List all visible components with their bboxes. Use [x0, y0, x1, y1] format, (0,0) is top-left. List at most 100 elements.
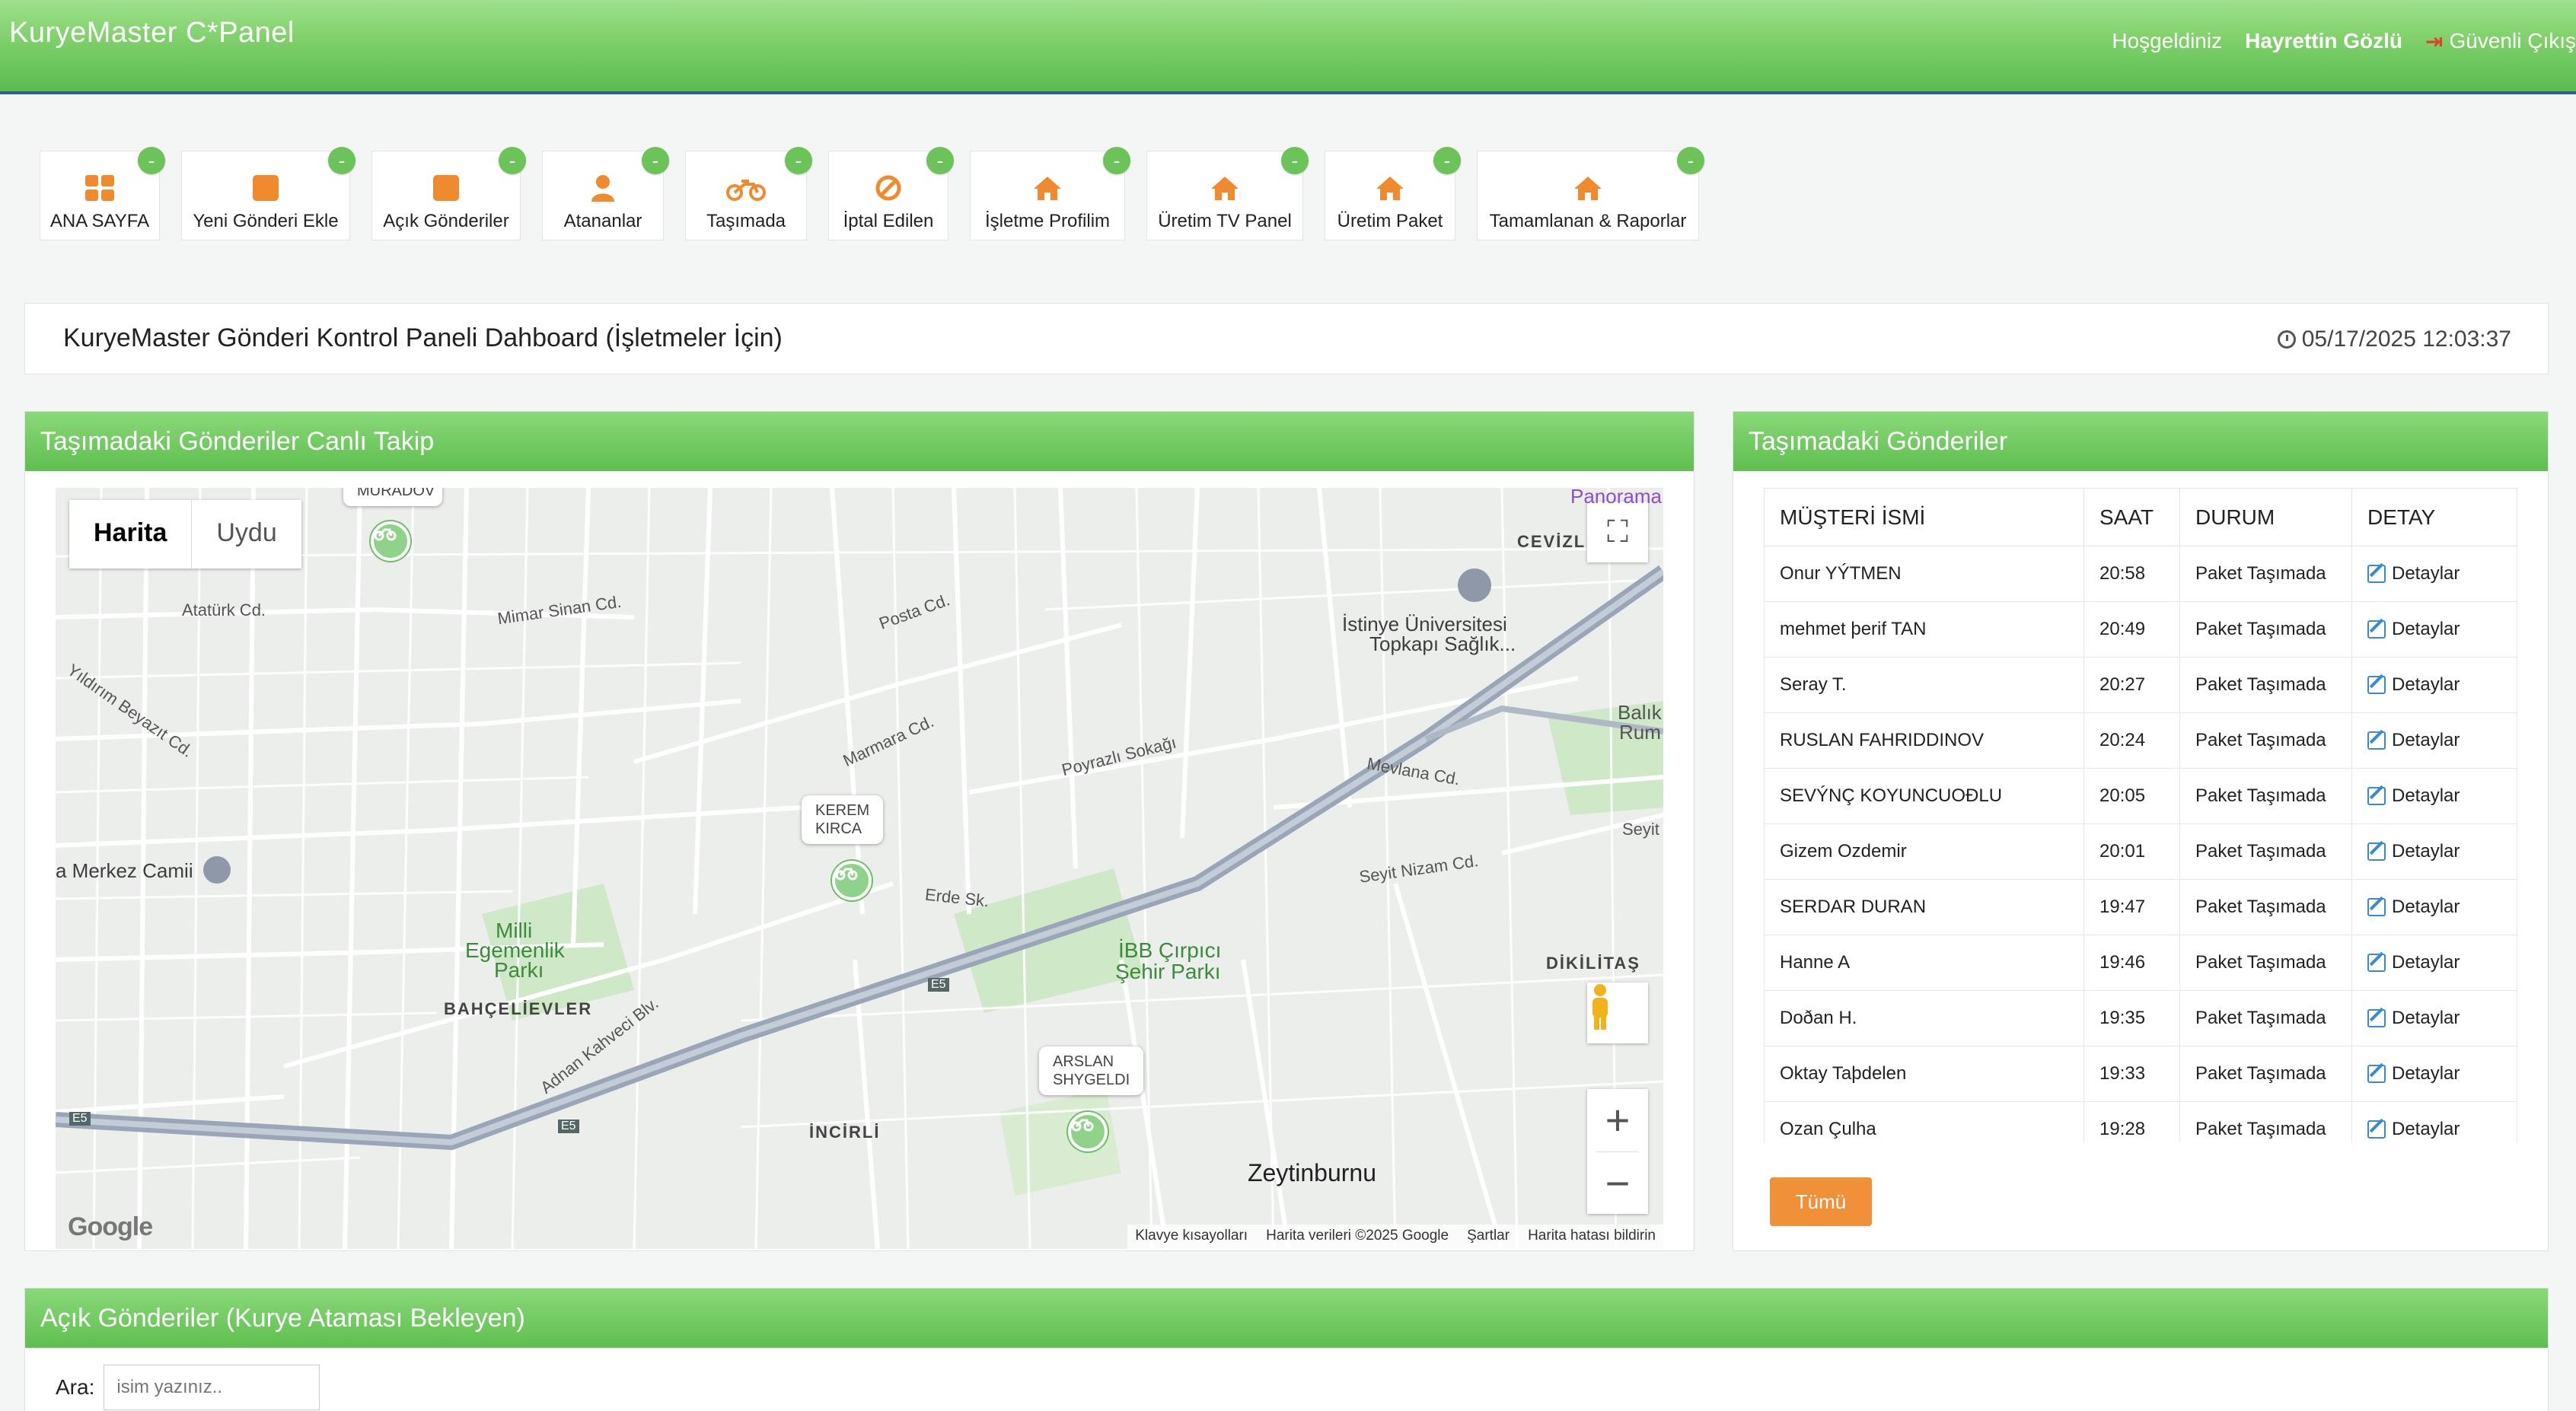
detail-cell: Detaylar — [2351, 823, 2517, 880]
home-icon — [1375, 174, 1405, 202]
detail-link[interactable]: Detaylar — [2367, 841, 2501, 862]
map-label: Topkapı Sağlık... — [1369, 632, 1516, 655]
welcome-text: Hoşgeldiniz — [2112, 29, 2223, 53]
nav-tile-isletme-profilim[interactable]: İşletme Profilim - — [970, 147, 1130, 240]
nav-tile-uretim-tv-panel[interactable]: Üretim TV Panel - — [1146, 147, 1309, 240]
nav-badge: - — [1281, 147, 1309, 174]
delivery-time: 19:46 — [2083, 935, 2180, 991]
map-type-map-button[interactable]: Harita — [69, 500, 191, 569]
detail-label: Detaylar — [2392, 897, 2460, 917]
nav-badge: - — [642, 147, 669, 174]
map-data-text: Harita verileri ©2025 Google — [1266, 1228, 1449, 1244]
report-error-link[interactable]: Harita hatası bildirin — [1528, 1228, 1656, 1246]
nav-tile-tasimada[interactable]: Taşımada - — [685, 147, 812, 240]
page-title-bar: KuryeMaster Gönderi Kontrol Paneli Dahbo… — [24, 303, 2549, 374]
pegman-icon[interactable] — [1587, 983, 1648, 1043]
table-row: SERDAR DURAN 19:47 Paket Taşımada Detaylar — [1764, 879, 2517, 935]
detail-label: Detaylar — [2392, 841, 2460, 862]
user-icon — [590, 174, 616, 202]
delivery-status: Paket Taşımada — [2179, 768, 2352, 824]
user-area: Hoşgeldiniz Hayrettin Gözlü ⇥ Güvenli Çı… — [2112, 26, 2576, 56]
detail-link[interactable]: Detaylar — [2367, 1008, 2501, 1029]
panel-title: Taşımadaki Gönderiler Canlı Takip — [25, 412, 1694, 471]
detail-cell: Detaylar — [2351, 768, 2517, 824]
courier-marker-icon[interactable] — [1068, 1112, 1108, 1151]
edit-icon — [2367, 1065, 2386, 1083]
map-label: Parkı — [494, 958, 544, 982]
nav-tile-tamamlanan-raporlar[interactable]: Tamamlanan & Raporlar - — [1477, 147, 1704, 240]
edit-icon — [2367, 787, 2386, 805]
nav-badge: - — [328, 147, 355, 174]
detail-link[interactable]: Detaylar — [2367, 730, 2501, 751]
detail-link[interactable]: Detaylar — [2367, 1063, 2501, 1085]
detail-label: Detaylar — [2392, 619, 2460, 639]
page-title: KuryeMaster Gönderi Kontrol Paneli Dahbo… — [63, 323, 783, 352]
detail-label: Detaylar — [2392, 563, 2460, 584]
detail-link[interactable]: Detaylar — [2367, 785, 2501, 807]
nav-tile-label: Tamamlanan & Raporlar — [1489, 211, 1687, 231]
detail-link[interactable]: Detaylar — [2367, 952, 2501, 973]
logout-label: Güvenli Çıkış — [2449, 29, 2576, 53]
detail-link[interactable]: Detaylar — [2367, 897, 2501, 918]
search-input[interactable] — [104, 1365, 320, 1410]
detail-cell: Detaylar — [2351, 1101, 2517, 1142]
customer-name: Hanne A — [1764, 935, 2084, 991]
logout-link[interactable]: ⇥ Güvenli Çıkış — [2425, 29, 2576, 54]
customer-name: mehmet þerif TAN — [1764, 601, 2084, 658]
nav-tile-acik-gonderiler[interactable]: Açık Gönderiler - — [371, 147, 526, 240]
nav-tile-uretim-paket[interactable]: Üretim Paket - — [1325, 147, 1461, 240]
customer-name: Oktay Taþdelen — [1764, 1046, 2084, 1102]
table-row: mehmet þerif TAN 20:49 Paket Taşımada Detay… — [1764, 601, 2517, 658]
map-label: a Merkez Camii — [56, 859, 193, 882]
keyboard-shortcuts-link[interactable]: Klavye kısayolları — [1135, 1228, 1248, 1246]
fullscreen-icon[interactable]: ⛶ — [1587, 502, 1648, 562]
courier-name: SHYGELDI — [1053, 1072, 1130, 1088]
delivery-status: Paket Taşımada — [2179, 712, 2352, 769]
zoom-out-button[interactable]: − — [1587, 1152, 1648, 1215]
nav-tile-atananlar[interactable]: Atananlar - — [542, 147, 669, 240]
delivery-status: Paket Taşımada — [2179, 546, 2352, 602]
map-view[interactable]: Harita Uydu ⛶ Atatürk Cd. Mimar Sinan Cd… — [56, 488, 1663, 1249]
top-navbar: KuryeMaster C*Panel Hoşgeldiniz Hayretti… — [0, 0, 2576, 94]
detail-label: Detaylar — [2392, 785, 2460, 806]
show-all-button[interactable]: Tümü — [1770, 1177, 1872, 1226]
customer-name: Gizem Ozdemir — [1764, 823, 2084, 880]
courier-name: KIRCA — [815, 820, 862, 837]
detail-link[interactable]: Detaylar — [2367, 674, 2501, 696]
nav-tile-label: Yeni Gönderi Ekle — [193, 211, 339, 231]
zoom-control: + − — [1587, 1089, 1648, 1214]
detail-link[interactable]: Detaylar — [2367, 563, 2501, 584]
delivery-status: Paket Taşımada — [2179, 601, 2352, 658]
panel-title: Taşımadaki Gönderiler — [1733, 412, 2548, 471]
detail-link[interactable]: Detaylar — [2367, 619, 2501, 640]
terms-link[interactable]: Şartlar — [1467, 1228, 1510, 1246]
nav-tile-yeni-gonderi[interactable]: Yeni Gönderi Ekle - — [181, 147, 355, 240]
nav-tile-iptal-edilen[interactable]: İptal Edilen - — [828, 147, 954, 240]
detail-cell: Detaylar — [2351, 601, 2517, 658]
detail-link[interactable]: Detaylar — [2367, 1119, 2501, 1140]
highway-shield: E5 — [928, 978, 949, 992]
edit-icon — [2367, 620, 2386, 639]
map-label: İNCİRLİ — [809, 1123, 881, 1142]
table-row: Ozan Çulha 19:28 Paket Taşımada Detaylar — [1764, 1101, 2517, 1142]
customer-name: SERDAR DURAN — [1764, 879, 2084, 935]
courier-marker-icon[interactable] — [832, 861, 872, 900]
edit-icon — [2367, 1009, 2386, 1027]
detail-label: Detaylar — [2392, 730, 2460, 750]
shipments-table-scroll[interactable]: MÜŞTERİ İSMİ SAAT DURUM DETAY Onur YÝTME… — [1764, 488, 2517, 1142]
courier-marker-icon[interactable] — [371, 521, 410, 561]
courier-callout: ARSLAN SHYGELDI — [1039, 1046, 1144, 1095]
map-label: Panorama — [1570, 488, 1662, 508]
delivery-status: Paket Taşımada — [2179, 879, 2352, 935]
brand-title[interactable]: KuryeMaster C*Panel — [9, 17, 295, 49]
nav-tile-ana-sayfa[interactable]: ANA SAYFA - — [40, 147, 165, 240]
search-row: Ara: — [56, 1365, 320, 1410]
customer-name: RUSLAN FAHRIDDINOV — [1764, 712, 2084, 769]
detail-label: Detaylar — [2392, 674, 2460, 695]
user-name[interactable]: Hayrettin Gözlü — [2245, 29, 2402, 53]
motorcycle-icon — [726, 174, 766, 202]
map-type-satellite-button[interactable]: Uydu — [191, 500, 301, 569]
customer-name: Onur YÝTMEN — [1764, 546, 2084, 602]
shipments-table: MÜŞTERİ İSMİ SAAT DURUM DETAY Onur YÝTME… — [1764, 488, 2517, 1142]
zoom-in-button[interactable]: + — [1587, 1089, 1648, 1151]
